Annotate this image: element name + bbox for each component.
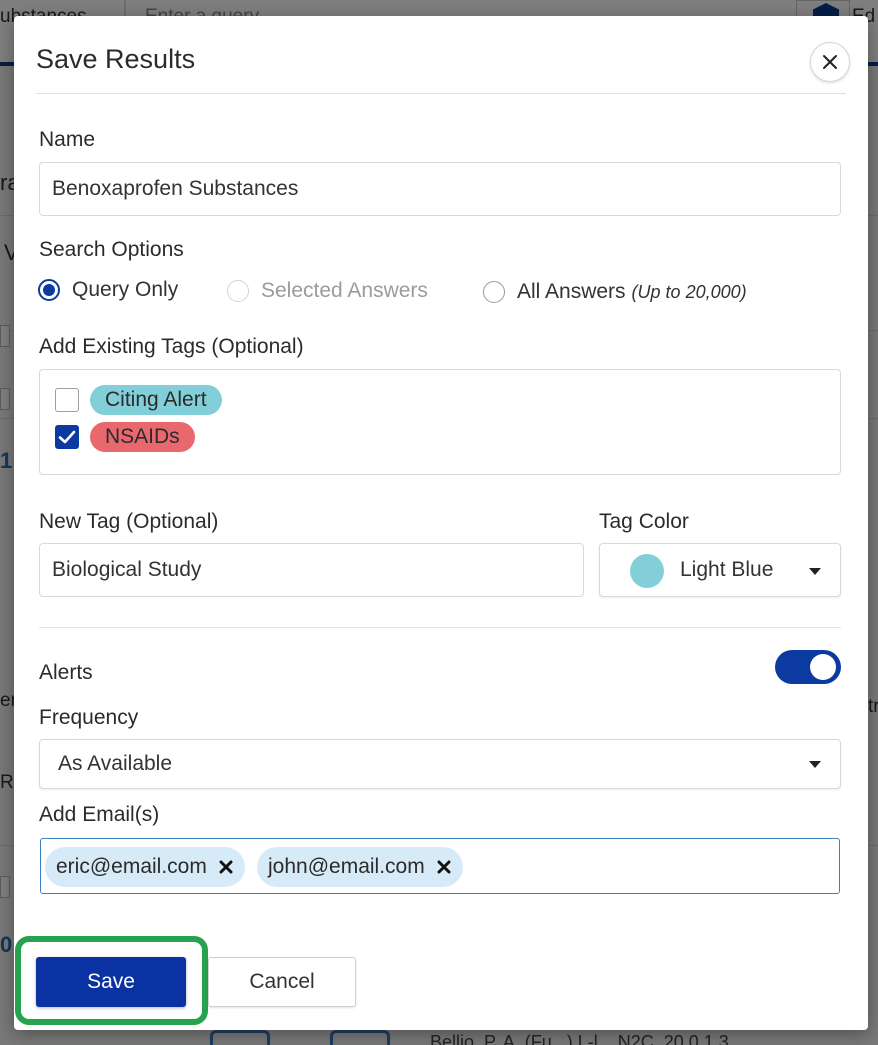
frequency-label: Frequency bbox=[39, 706, 139, 729]
dialog-header: Save Results bbox=[36, 16, 850, 94]
email-chip-text: eric@email.com bbox=[56, 855, 207, 878]
alerts-label: Alerts bbox=[39, 661, 93, 684]
tag-pill: NSAIDs bbox=[90, 422, 195, 452]
cancel-button[interactable]: Cancel bbox=[208, 957, 356, 1007]
tag-checkbox[interactable] bbox=[55, 388, 79, 412]
radio-button[interactable] bbox=[483, 281, 505, 303]
email-chip-text: john@email.com bbox=[268, 855, 425, 878]
radio-query-only[interactable]: Query Only bbox=[38, 278, 178, 302]
frequency-select[interactable]: As Available bbox=[39, 739, 841, 789]
new-tag-input[interactable] bbox=[39, 543, 584, 597]
radio-button-checked[interactable] bbox=[38, 279, 60, 301]
save-button[interactable]: Save bbox=[36, 957, 186, 1007]
radio-label: Selected Answers bbox=[261, 279, 428, 302]
dialog-title: Save Results bbox=[36, 44, 196, 74]
toggle-knob bbox=[810, 654, 836, 680]
email-input[interactable]: eric@email.com john@email.com bbox=[40, 838, 840, 894]
alerts-toggle[interactable] bbox=[775, 650, 841, 684]
frequency-value: As Available bbox=[58, 752, 173, 775]
radio-selected-answers: Selected Answers bbox=[227, 279, 428, 303]
emails-label: Add Email(s) bbox=[39, 803, 160, 826]
name-label: Name bbox=[39, 128, 96, 151]
tag-option-citing-alert[interactable]: Citing Alert bbox=[55, 385, 222, 415]
search-options-label: Search Options bbox=[39, 238, 184, 261]
radio-note: (Up to 20,000) bbox=[631, 281, 747, 302]
color-swatch bbox=[630, 554, 664, 588]
new-tag-label: New Tag (Optional) bbox=[39, 510, 219, 533]
close-button[interactable] bbox=[810, 42, 850, 82]
remove-email-icon[interactable] bbox=[437, 860, 451, 874]
tag-checkbox-checked[interactable] bbox=[55, 425, 79, 449]
close-icon bbox=[822, 54, 838, 70]
radio-button-disabled bbox=[227, 280, 249, 302]
chevron-down-icon bbox=[809, 568, 821, 575]
section-divider bbox=[39, 627, 841, 628]
chevron-down-icon bbox=[809, 761, 821, 768]
tag-color-value: Light Blue bbox=[680, 558, 774, 581]
radio-all-answers[interactable]: All Answers (Up to 20,000) bbox=[483, 280, 747, 304]
tag-pill: Citing Alert bbox=[90, 385, 222, 415]
checkmark-icon bbox=[58, 430, 76, 444]
tag-color-label: Tag Color bbox=[599, 510, 689, 533]
radio-label: All Answers bbox=[517, 280, 626, 303]
email-chip: eric@email.com bbox=[45, 847, 245, 887]
email-chip: john@email.com bbox=[257, 847, 463, 887]
save-results-dialog: Save Results Name Search Options Query O… bbox=[14, 16, 868, 1030]
tag-option-nsaids[interactable]: NSAIDs bbox=[55, 422, 195, 452]
existing-tags-box: Citing Alert NSAIDs bbox=[39, 369, 841, 475]
existing-tags-label: Add Existing Tags (Optional) bbox=[39, 335, 304, 358]
remove-email-icon[interactable] bbox=[219, 860, 233, 874]
search-options-group: Query Only Selected Answers All Answers … bbox=[38, 278, 798, 310]
name-input[interactable] bbox=[39, 162, 841, 216]
tag-color-select[interactable]: Light Blue bbox=[599, 543, 841, 597]
radio-label: Query Only bbox=[72, 278, 179, 301]
